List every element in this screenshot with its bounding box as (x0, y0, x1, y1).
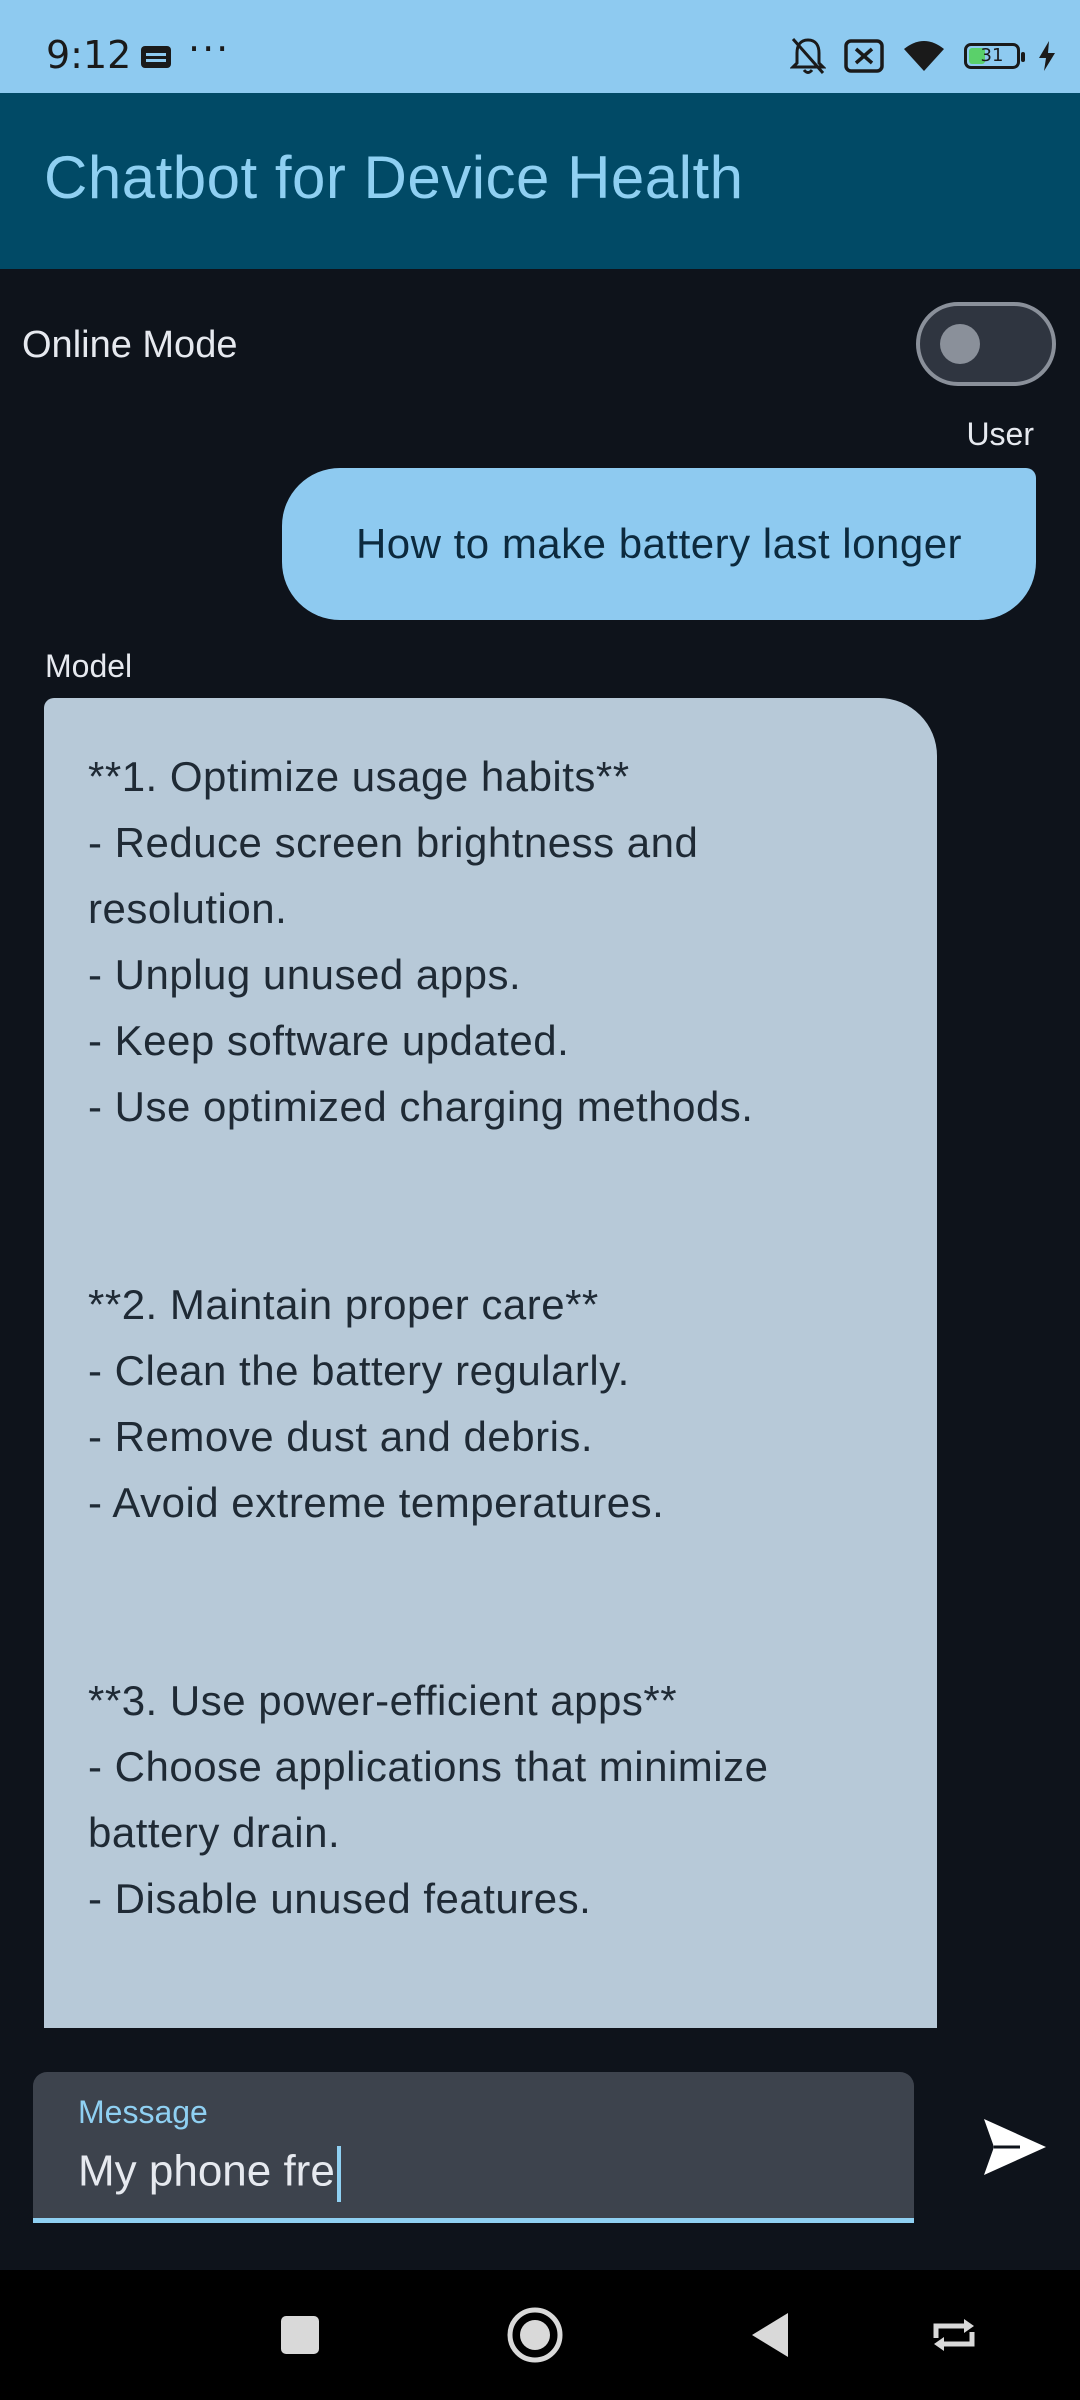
model-line: **3. Use power-efficient apps** (88, 1677, 678, 1724)
back-button[interactable] (710, 2270, 830, 2400)
status-time: 9:12 (46, 33, 132, 77)
home-circle-icon (507, 2307, 563, 2363)
online-mode-toggle[interactable] (916, 302, 1056, 386)
battery-icon: 31 (964, 43, 1025, 69)
message-input-label: Message (78, 2094, 208, 2130)
recents-button[interactable] (240, 2270, 360, 2400)
model-line: - Disable unused features. (88, 1875, 592, 1922)
navigation-bar (0, 2270, 1080, 2400)
rotate-button[interactable] (894, 2270, 1014, 2400)
model-label: Model (45, 648, 133, 684)
model-line: - Clean the battery regularly. (88, 1347, 630, 1394)
charging-icon (1039, 41, 1055, 71)
home-button[interactable] (475, 2270, 595, 2400)
user-label: User (966, 416, 1034, 452)
app-title: Chatbot for Device Health (44, 144, 744, 211)
status-icons: 31 (790, 36, 1056, 76)
recents-square-icon (281, 2316, 319, 2354)
model-line: - Choose applications that minimize (88, 1743, 769, 1790)
message-input-text: My phone fre (78, 2146, 335, 2196)
model-line: - Avoid extreme temperatures. (88, 1479, 665, 1526)
wifi-icon (904, 41, 944, 71)
model-line: - Remove dust and debris. (88, 1413, 594, 1460)
no-signal-icon (844, 39, 884, 73)
model-line (88, 1140, 893, 1206)
model-message-bubble: **1. Optimize usage habits** - Reduce sc… (44, 698, 937, 2028)
model-line: **1. Optimize usage habits** (88, 753, 630, 800)
model-line: resolution. (88, 885, 288, 932)
model-line: battery drain. (88, 1809, 341, 1856)
model-line: - Reduce screen brightness and (88, 819, 699, 866)
sim-card-icon (141, 46, 171, 68)
toggle-knob (940, 324, 980, 364)
online-mode-label: Online Mode (22, 324, 238, 366)
battery-level: 31 (980, 45, 1004, 66)
bell-off-icon (790, 38, 826, 74)
model-line (88, 1536, 893, 1602)
model-line (88, 1602, 893, 1668)
more-notifications-icon: ··· (188, 27, 231, 71)
rotate-icon (933, 2319, 975, 2351)
user-message-bubble: How to make battery last longer (282, 468, 1036, 620)
text-caret (336, 2146, 341, 2202)
model-line (88, 1206, 893, 1272)
message-input-value[interactable]: My phone fre (78, 2146, 341, 2202)
model-line: **2. Maintain proper care** (88, 1281, 599, 1328)
message-input[interactable]: Message My phone fre (33, 2072, 914, 2223)
model-line: - Use optimized charging methods. (88, 1083, 754, 1130)
send-icon[interactable] (980, 2115, 1050, 2179)
app-bar: Chatbot for Device Health (0, 93, 1080, 269)
back-triangle-icon (752, 2313, 788, 2357)
status-bar: 9:12 ··· 31 (0, 0, 1080, 93)
model-line: - Keep software updated. (88, 1017, 570, 1064)
model-line: - Unplug unused apps. (88, 951, 522, 998)
